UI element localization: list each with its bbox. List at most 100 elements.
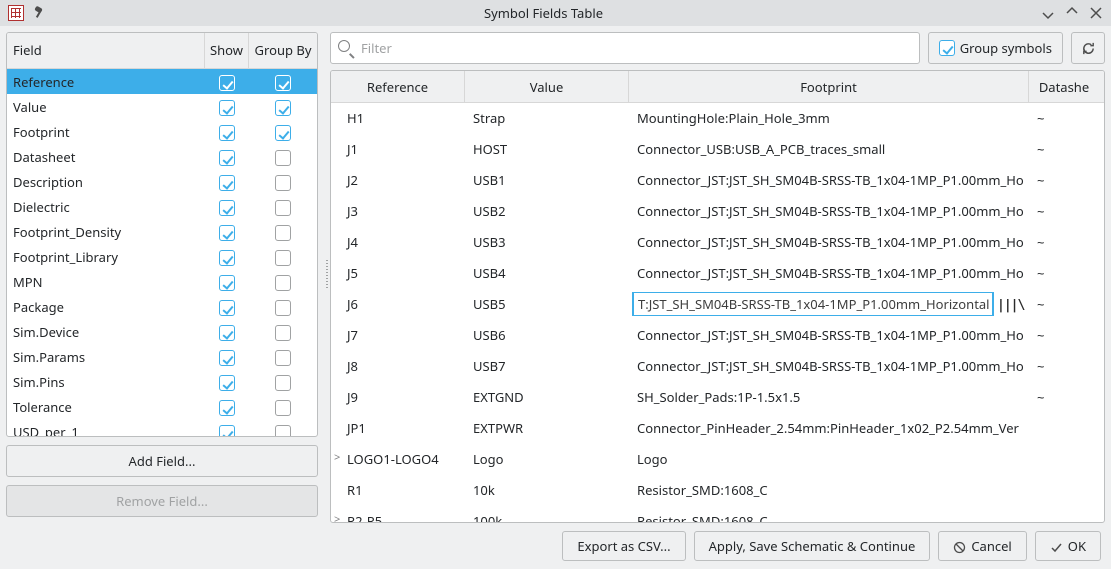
cell-datasheet[interactable]: ~	[1029, 233, 1099, 251]
minimize-icon[interactable]	[1041, 6, 1055, 20]
cell-reference[interactable]: >LOGO1-LOGO4	[331, 450, 465, 468]
field-row-datasheet[interactable]: Datasheet	[7, 144, 317, 169]
table-row[interactable]: R110kResistor_SMD:1608_C	[331, 475, 1104, 506]
cell-reference[interactable]: J8	[331, 357, 465, 375]
group-checkbox[interactable]	[275, 375, 291, 391]
cell-footprint[interactable]: Resistor_SMD:1608_C	[629, 512, 1029, 522]
cell-datasheet[interactable]: ~	[1029, 171, 1099, 189]
table-row[interactable]: >R2-R5100kResistor_SMD:1608_C	[331, 506, 1104, 522]
show-checkbox[interactable]	[219, 275, 235, 291]
group-checkbox[interactable]	[275, 225, 291, 241]
apply-save-button[interactable]: Apply, Save Schematic & Continue	[694, 531, 931, 561]
cell-datasheet[interactable]: ~	[1029, 140, 1099, 158]
table-row[interactable]: J7USB6Connector_JST:JST_SH_SM04B-SRSS-TB…	[331, 320, 1104, 351]
cell-footprint[interactable]: Connector_JST:JST_SH_SM04B-SRSS-TB_1x04-…	[629, 264, 1029, 282]
cell-value[interactable]: 100k	[465, 512, 629, 522]
cell-value[interactable]: EXTPWR	[465, 419, 629, 437]
maximize-icon[interactable]	[1065, 6, 1079, 20]
table-row[interactable]: J9EXTGNDSH_Solder_Pads:1P-1.5x1.5~	[331, 382, 1104, 413]
cell-reference[interactable]: J1	[331, 140, 465, 158]
show-checkbox[interactable]	[219, 250, 235, 266]
show-checkbox[interactable]	[219, 325, 235, 341]
cell-reference[interactable]: R1	[331, 481, 465, 499]
show-checkbox[interactable]	[219, 225, 235, 241]
group-checkbox[interactable]	[275, 250, 291, 266]
expand-icon[interactable]: >	[334, 450, 340, 465]
table-row[interactable]: JP1EXTPWRConnector_PinHeader_2.54mm:PinH…	[331, 413, 1104, 444]
group-checkbox[interactable]	[275, 75, 291, 91]
field-row-sim.device[interactable]: Sim.Device	[7, 319, 317, 344]
group-checkbox[interactable]	[275, 300, 291, 316]
cell-reference[interactable]: J5	[331, 264, 465, 282]
cell-datasheet[interactable]: ~	[1029, 109, 1099, 127]
group-checkbox[interactable]	[275, 275, 291, 291]
show-checkbox[interactable]	[219, 125, 235, 141]
ok-button[interactable]: OK	[1035, 531, 1101, 561]
group-checkbox[interactable]	[275, 175, 291, 191]
cell-datasheet[interactable]: ~	[1029, 202, 1099, 220]
cell-datasheet[interactable]: ~	[1029, 326, 1099, 344]
group-checkbox[interactable]	[275, 150, 291, 166]
cell-reference[interactable]: J9	[331, 388, 465, 406]
cell-footprint[interactable]: SH_Solder_Pads:1P-1.5x1.5	[629, 388, 1029, 406]
show-checkbox[interactable]	[219, 75, 235, 91]
field-row-dielectric[interactable]: Dielectric	[7, 194, 317, 219]
expand-icon[interactable]: >	[334, 512, 340, 522]
show-checkbox[interactable]	[219, 150, 235, 166]
cell-value[interactable]: EXTGND	[465, 388, 629, 406]
field-row-description[interactable]: Description	[7, 169, 317, 194]
cell-reference[interactable]: JP1	[331, 419, 465, 437]
cell-value[interactable]: 10k	[465, 481, 629, 499]
field-row-package[interactable]: Package	[7, 294, 317, 319]
field-header[interactable]: Field	[7, 33, 205, 68]
field-row-mpn[interactable]: MPN	[7, 269, 317, 294]
show-checkbox[interactable]	[219, 375, 235, 391]
cell-footprint[interactable]: MountingHole:Plain_Hole_3mm	[629, 109, 1029, 127]
cell-value[interactable]: USB4	[465, 264, 629, 282]
cell-reference[interactable]: H1	[331, 109, 465, 127]
cell-reference[interactable]: J7	[331, 326, 465, 344]
cell-value[interactable]: USB7	[465, 357, 629, 375]
group-checkbox[interactable]	[275, 325, 291, 341]
groupby-header[interactable]: Group By	[249, 33, 317, 68]
cell-datasheet[interactable]: ~	[1029, 357, 1099, 375]
cell-datasheet[interactable]: ~	[1029, 264, 1099, 282]
export-csv-button[interactable]: Export as CSV...	[562, 531, 685, 561]
field-row-footprint[interactable]: Footprint	[7, 119, 317, 144]
field-row-tolerance[interactable]: Tolerance	[7, 394, 317, 419]
field-row-value[interactable]: Value	[7, 94, 317, 119]
table-row[interactable]: J8USB7Connector_JST:JST_SH_SM04B-SRSS-TB…	[331, 351, 1104, 382]
cell-reference[interactable]: J4	[331, 233, 465, 251]
cell-value[interactable]: HOST	[465, 140, 629, 158]
col-footprint[interactable]: Footprint	[629, 71, 1029, 102]
show-checkbox[interactable]	[219, 300, 235, 316]
filter-input[interactable]	[330, 32, 920, 64]
table-row[interactable]: J1HOSTConnector_USB:USB_A_PCB_traces_sma…	[331, 134, 1104, 165]
cell-footprint[interactable]: Connector_PinHeader_2.54mm:PinHeader_1x0…	[629, 419, 1029, 437]
table-row[interactable]: >LOGO1-LOGO4LogoLogo	[331, 444, 1104, 475]
cell-footprint[interactable]: Connector_JST:JST_SH_SM04B-SRSS-TB_1x04-…	[629, 171, 1029, 189]
col-reference[interactable]: Reference	[331, 71, 465, 102]
group-checkbox[interactable]	[275, 200, 291, 216]
field-row-usd_per_1[interactable]: USD_per_1	[7, 419, 317, 437]
cell-footprint[interactable]: Connector_JST:JST_SH_SM04B-SRSS-TB_1x04-…	[629, 202, 1029, 220]
field-row-reference[interactable]: Reference	[7, 69, 317, 94]
cell-footprint[interactable]: Connector_JST:JST_SH_SM04B-SRSS-TB_1x04-…	[629, 357, 1029, 375]
add-field-button[interactable]: Add Field...	[6, 445, 318, 477]
show-checkbox[interactable]	[219, 100, 235, 116]
library-browser-icon[interactable]: |||\	[997, 298, 1024, 313]
group-checkbox[interactable]	[275, 350, 291, 366]
refresh-button[interactable]	[1071, 32, 1105, 64]
cancel-button[interactable]: Cancel	[938, 531, 1026, 561]
splitter[interactable]	[324, 26, 330, 523]
field-row-footprint_density[interactable]: Footprint_Density	[7, 219, 317, 244]
pin-icon[interactable]	[32, 6, 46, 20]
group-symbols-checkbox[interactable]: Group symbols	[928, 32, 1063, 64]
close-icon[interactable]	[1089, 6, 1103, 20]
cell-reference[interactable]: J2	[331, 171, 465, 189]
col-value[interactable]: Value	[465, 71, 629, 102]
table-row[interactable]: J2USB1Connector_JST:JST_SH_SM04B-SRSS-TB…	[331, 165, 1104, 196]
cell-footprint[interactable]: T:JST_SH_SM04B-SRSS-TB_1x04-1MP_P1.00mm_…	[629, 292, 1029, 316]
cell-footprint[interactable]: Logo	[629, 450, 1029, 468]
show-checkbox[interactable]	[219, 350, 235, 366]
